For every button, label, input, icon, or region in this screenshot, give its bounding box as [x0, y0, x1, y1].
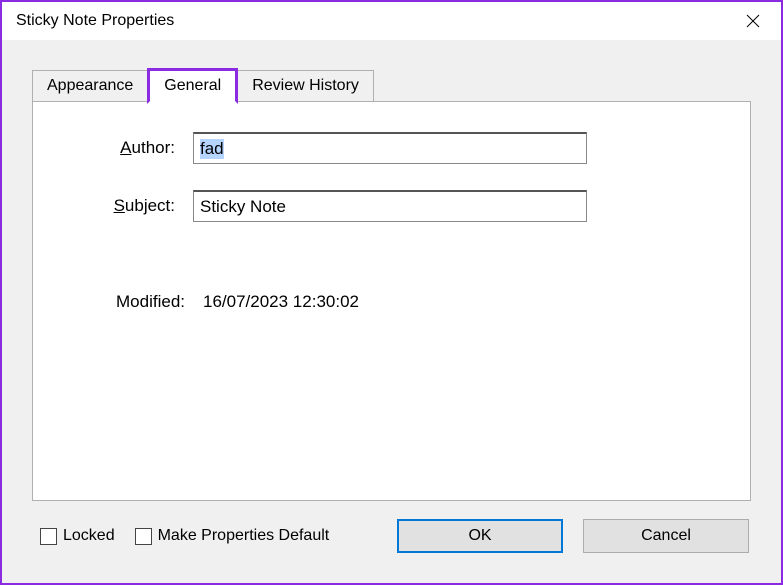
subject-row: Subject: — [73, 190, 710, 222]
window-title: Sticky Note Properties — [16, 12, 174, 30]
author-row: Author: fad — [73, 132, 710, 164]
modified-label: Modified: — [73, 292, 203, 312]
tab-appearance[interactable]: Appearance — [32, 70, 148, 101]
modified-value: 16/07/2023 12:30:02 — [203, 292, 359, 312]
modified-row: Modified: 16/07/2023 12:30:02 — [73, 292, 710, 312]
tab-review-history[interactable]: Review History — [237, 70, 374, 101]
locked-label: Locked — [63, 527, 115, 545]
bottom-bar: Locked Make Properties Default OK Cancel — [10, 501, 773, 575]
checkbox-box-icon — [135, 528, 152, 545]
tab-general[interactable]: General — [147, 68, 238, 104]
make-default-label: Make Properties Default — [158, 527, 330, 545]
close-button[interactable] — [733, 6, 773, 36]
cancel-button[interactable]: Cancel — [583, 519, 749, 553]
dialog-content: Appearance General Review History Author… — [2, 40, 781, 583]
close-icon — [746, 14, 760, 28]
dialog-window: Sticky Note Properties Appearance Genera… — [0, 0, 783, 585]
author-label: Author: — [73, 138, 193, 158]
subject-input[interactable] — [193, 190, 587, 222]
locked-checkbox[interactable]: Locked — [40, 527, 115, 545]
ok-button[interactable]: OK — [397, 519, 563, 553]
checkbox-box-icon — [40, 528, 57, 545]
make-default-checkbox[interactable]: Make Properties Default — [135, 527, 330, 545]
titlebar: Sticky Note Properties — [2, 2, 781, 40]
author-value: fad — [200, 139, 224, 159]
subject-label: Subject: — [73, 196, 193, 216]
tab-row: Appearance General Review History — [10, 68, 773, 101]
tab-panel-general: Author: fad Subject: Modified: 16/07/202… — [32, 101, 751, 501]
author-input[interactable]: fad — [193, 132, 587, 164]
